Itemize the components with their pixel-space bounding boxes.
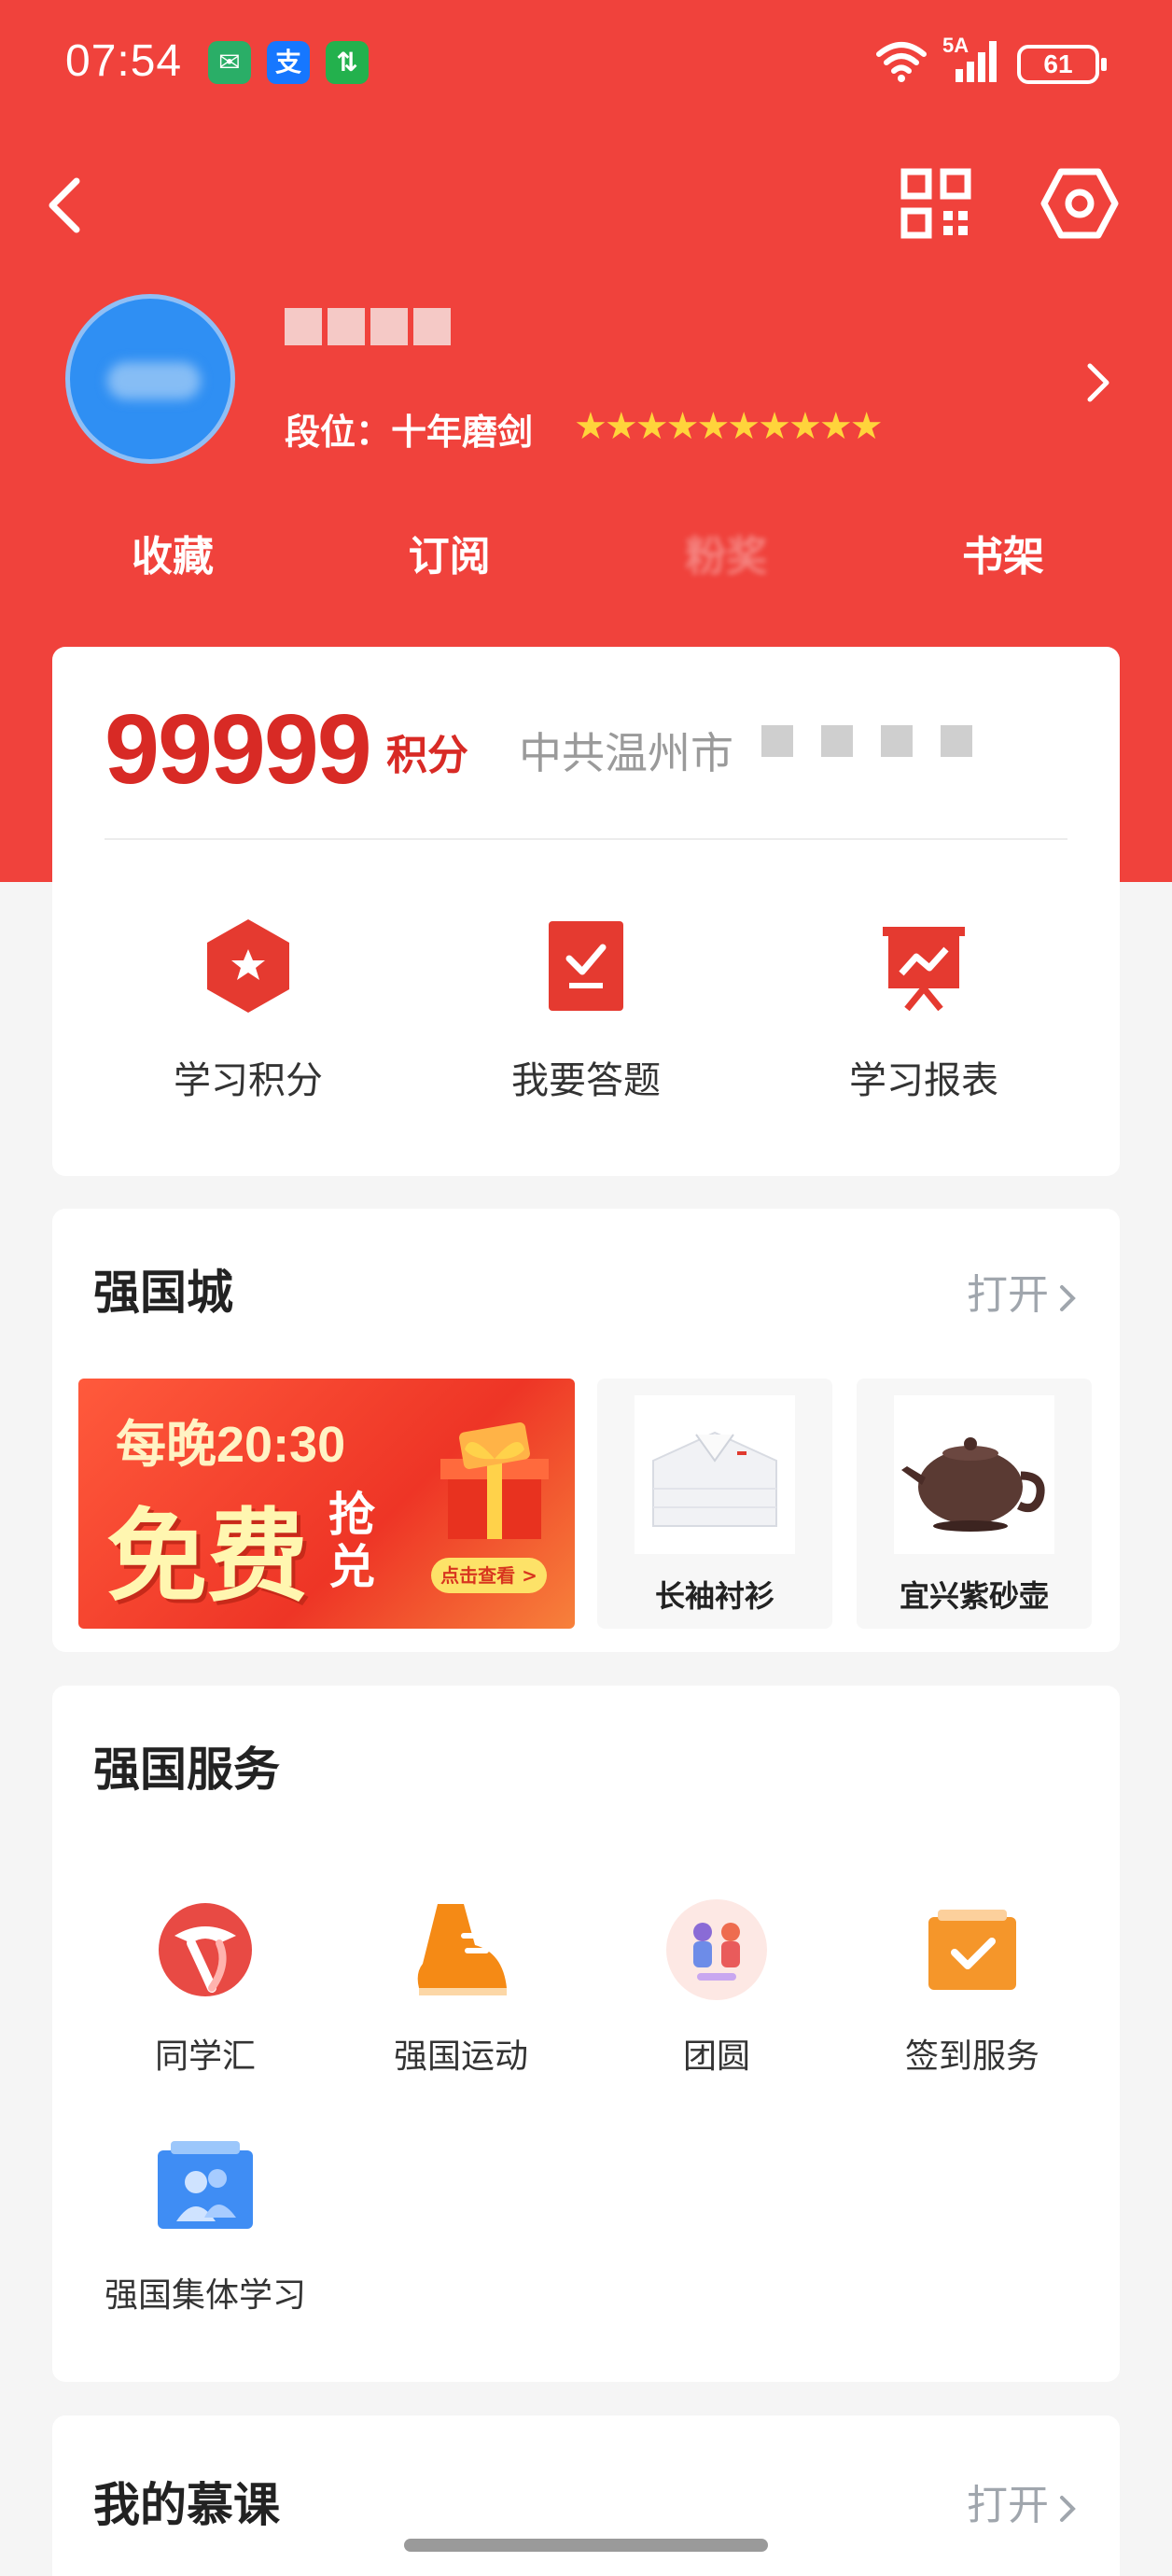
shortcut-label: 学习积分	[174, 1059, 323, 1102]
check-answer-icon	[549, 921, 623, 1011]
services-title: 强国服务	[93, 1742, 280, 1797]
banner-subheadline: 抢兑	[328, 1487, 375, 1594]
mooc-title: 我的慕课	[93, 2477, 280, 2532]
service-sports[interactable]: 强国运动	[340, 1898, 582, 2078]
avatar[interactable]	[65, 294, 235, 464]
mall-open-button[interactable]: 打开	[967, 1261, 1079, 1321]
rank-stars: ★★★★★★★★★★	[574, 405, 884, 448]
points-unit: 积分	[386, 732, 468, 779]
organization-name: 中共温州市	[519, 728, 733, 778]
chevron-right-icon[interactable]	[1082, 355, 1116, 411]
shortcut-study-points[interactable]: 学习积分	[108, 917, 388, 1104]
shortcut-label: 学习报表	[849, 1059, 998, 1102]
tongxuehui-icon	[159, 1903, 252, 1996]
shortcut-answer-questions[interactable]: 我要答题	[446, 917, 726, 1104]
wechat-icon: ✉	[208, 41, 251, 84]
hexagon-star-icon	[207, 919, 289, 1013]
points-card: 99999 积分 中共温州市 学习积分 我要答题 学习报表	[52, 647, 1120, 1176]
service-label: 强国运动	[393, 2037, 528, 2076]
reunion-icon	[666, 1899, 767, 2000]
back-button[interactable]	[37, 168, 93, 243]
product-name: 长袖衬衫	[654, 1578, 774, 1614]
product-card[interactable]: 长袖衬衫	[597, 1379, 832, 1629]
home-indicator[interactable]	[404, 2539, 768, 2552]
service-reunion[interactable]: 团圆	[595, 1898, 838, 2078]
alipay-icon: 支	[267, 41, 310, 84]
product-name: 宜兴紫砂壶	[899, 1578, 1049, 1614]
organization-blurred	[761, 720, 1069, 763]
status-bar: 07:54 ✉ 支 ⇅ 5A 61	[0, 0, 1172, 131]
open-label: 打开	[967, 1271, 1049, 1319]
service-check-in[interactable]: 签到服务	[851, 1898, 1094, 2078]
open-label: 打开	[967, 2482, 1049, 2529]
settings-icon[interactable]	[1040, 168, 1119, 239]
banner-headline: 免费	[106, 1498, 309, 1616]
service-label: 团圆	[682, 2037, 750, 2076]
teapot-image	[894, 1395, 1054, 1554]
services-card: 强国服务 同学汇 强国运动 团圆 签到服务 强国集体学习	[52, 1686, 1120, 2382]
service-label: 强国集体学习	[104, 2276, 306, 2315]
banner-time: 每晚20:30	[116, 1417, 346, 1473]
group-study-icon	[158, 2141, 253, 2229]
shortcut-study-report[interactable]: 学习报表	[784, 917, 1064, 1104]
tab-bookshelf[interactable]: 书架	[886, 523, 1120, 588]
divider	[105, 838, 1067, 840]
chevron-right-icon	[1060, 2495, 1076, 2522]
mall-title: 强国城	[93, 1265, 233, 1320]
points-value[interactable]: 99999	[105, 693, 372, 806]
check-in-icon	[928, 1910, 1016, 1990]
shortcut-label: 我要答题	[511, 1059, 661, 1102]
mooc-card: 我的慕课 打开	[52, 2415, 1120, 2576]
qr-code-icon[interactable]	[900, 168, 971, 239]
quick-tabs: 收藏 订阅 粉奖 书架	[56, 523, 1120, 588]
service-tongxuehui[interactable]: 同学汇	[84, 1898, 327, 2078]
mall-card: 强国城 打开 每晚20:30 免费 抢兑 点击查看 > 长袖衬衫 宜兴紫砂壶	[52, 1209, 1120, 1652]
tab-favorites[interactable]: 收藏	[56, 523, 289, 588]
username-blurred	[285, 308, 499, 360]
service-group-study[interactable]: 强国集体学习	[84, 2137, 327, 2317]
gift-box-icon	[440, 1422, 549, 1539]
mall-promo-banner[interactable]: 每晚20:30 免费 抢兑 点击查看 >	[78, 1379, 575, 1629]
service-label: 同学汇	[154, 2037, 256, 2076]
status-time: 07:54	[65, 36, 183, 86]
battery-icon: 61	[1017, 45, 1107, 84]
banner-cta-button[interactable]: 点击查看 >	[431, 1558, 547, 1593]
chevron-right-icon	[1060, 1284, 1076, 1311]
sneaker-icon	[417, 1904, 507, 1995]
service-label: 签到服务	[904, 2037, 1039, 2076]
avatar-blurred-text	[107, 362, 201, 399]
product-card[interactable]: 宜兴紫砂壶	[857, 1379, 1092, 1629]
mooc-open-button[interactable]: 打开	[967, 2471, 1079, 2531]
rank-label: 段位：十年磨剑	[285, 411, 534, 453]
signal-icon	[956, 41, 997, 82]
wifi-icon	[876, 42, 927, 82]
tab-blurred[interactable]: 粉奖	[609, 523, 843, 588]
shirt-image	[635, 1395, 795, 1554]
tab-subscriptions[interactable]: 订阅	[333, 523, 566, 588]
report-board-icon	[883, 927, 965, 1012]
notification-app-icon: ⇅	[326, 41, 369, 84]
